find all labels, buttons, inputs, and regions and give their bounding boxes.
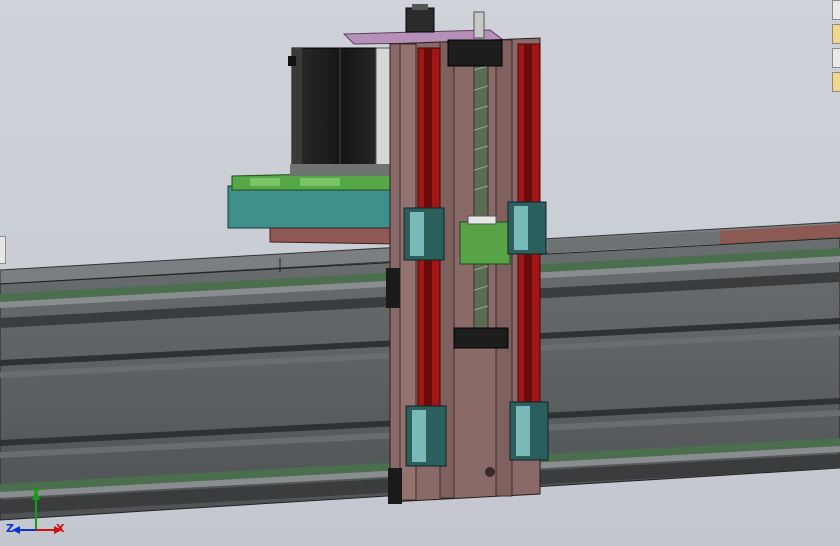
- left-panel-collapse-handle[interactable]: [0, 236, 6, 264]
- 3d-graphics-viewport[interactable]: Y X Z: [0, 0, 840, 546]
- cad-model-scene[interactable]: [0, 0, 840, 546]
- stepper-motor: [288, 47, 397, 176]
- triad-x-label: X: [56, 522, 65, 535]
- reference-triad: Y X Z: [6, 486, 66, 542]
- scene-tab[interactable]: [832, 72, 840, 92]
- z-axis-frame: [386, 37, 549, 504]
- top-plate: [342, 4, 508, 45]
- appearance-tab[interactable]: [832, 48, 840, 68]
- display-style-tab[interactable]: [832, 24, 840, 44]
- triad-y-label: Y: [32, 486, 40, 499]
- task-pane-tabs: [832, 0, 840, 96]
- view-orientation-tab[interactable]: [832, 0, 840, 20]
- teal-mounting-plate: [227, 183, 401, 245]
- triad-z-label: Z: [6, 522, 14, 535]
